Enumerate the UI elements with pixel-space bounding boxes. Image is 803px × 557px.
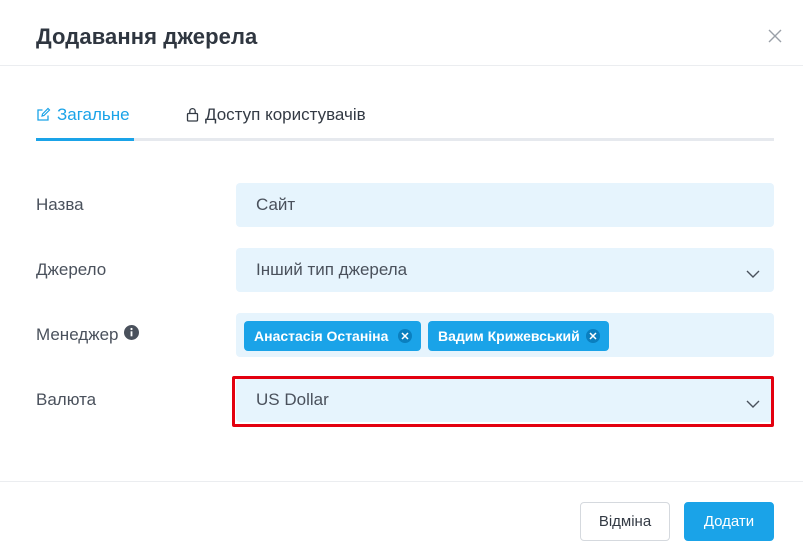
edit-icon	[36, 105, 51, 127]
manager-label-text: Менеджер	[36, 325, 119, 344]
dialog-title: Додавання джерела	[36, 24, 258, 49]
tab-general-label: Загальне	[57, 105, 130, 124]
name-input-value: Сайт	[256, 195, 296, 214]
source-select[interactable]: Інший тип джерела	[236, 248, 774, 292]
tab-general[interactable]: Загальне	[36, 105, 134, 141]
add-source-dialog: Додавання джерела Загальне Доступ корист…	[0, 0, 803, 557]
source-label: Джерело	[36, 260, 106, 280]
chevron-down-icon	[746, 264, 760, 284]
manager-tag-label: Вадим Крижевський	[438, 328, 580, 344]
close-icon[interactable]	[766, 27, 784, 45]
name-label-text: Назва	[36, 195, 84, 214]
manager-tag: Анастасія Останіна	[244, 321, 421, 351]
currency-highlight-box	[232, 376, 774, 427]
manager-multiselect[interactable]: Анастасія Останіна Вадим Крижевський	[236, 313, 774, 357]
info-icon[interactable]	[124, 325, 140, 345]
currency-label-text: Валюта	[36, 390, 97, 409]
tab-user-access[interactable]: Доступ користувачів	[186, 105, 366, 141]
source-select-value: Інший тип джерела	[256, 260, 408, 279]
manager-label: Менеджер	[36, 325, 140, 345]
lock-icon	[186, 105, 199, 127]
tabs: Загальне Доступ користувачів	[36, 100, 774, 141]
tab-user-access-label: Доступ користувачів	[205, 105, 366, 124]
remove-tag-icon[interactable]	[586, 329, 600, 343]
dialog-footer: Відміна Додати	[0, 481, 803, 557]
source-label-text: Джерело	[36, 260, 107, 279]
name-input[interactable]: Сайт	[236, 183, 774, 227]
currency-label: Валюта	[36, 390, 96, 410]
dialog-header: Додавання джерела	[0, 0, 803, 66]
add-button[interactable]: Додати	[684, 502, 774, 541]
remove-tag-icon[interactable]	[398, 329, 412, 343]
cancel-button[interactable]: Відміна	[580, 502, 670, 541]
manager-tag-label: Анастасія Останіна	[254, 328, 389, 344]
active-tab-indicator	[36, 138, 134, 141]
tabs-divider	[36, 138, 774, 141]
name-label: Назва	[36, 195, 84, 215]
manager-tag: Вадим Крижевський	[428, 321, 609, 351]
